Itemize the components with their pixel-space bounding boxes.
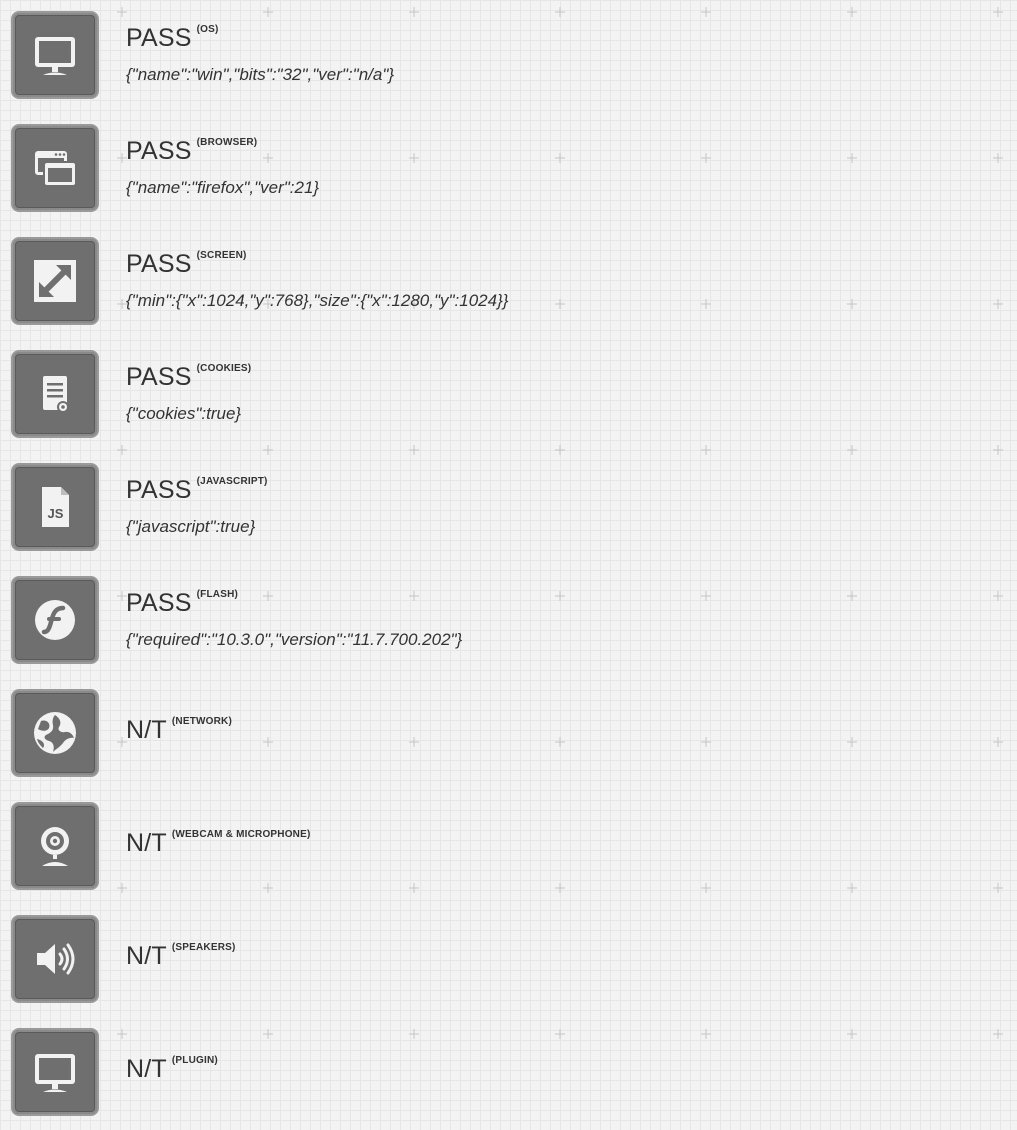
test-name: (NETWORK): [171, 716, 232, 727]
test-name: (SCREEN): [196, 250, 247, 261]
test-name: (COOKIES): [196, 363, 252, 374]
test-row-screen: PASS (SCREEN) {"min":{"x":1024,"y":768},"…: [0, 226, 1017, 339]
javascript-file-icon: JS: [11, 463, 99, 551]
monitor-icon: [11, 11, 99, 99]
test-detail: {"name":"win","bits":"32","ver":"n/a"}: [126, 65, 395, 84]
status-label: N/T: [126, 829, 167, 857]
test-name: (WEBCAM & MICROPHONE): [171, 829, 311, 840]
status-label: N/T: [126, 942, 167, 970]
test-row-webcam-microphone: N/T (WEBCAM & MICROPHONE): [0, 791, 1017, 904]
monitor-icon: [11, 1028, 99, 1116]
test-name: (OS): [196, 24, 219, 35]
test-status-line: PASS (SCREEN): [126, 250, 247, 279]
test-detail: {"required":"10.3.0","version":"11.7.700…: [126, 630, 463, 649]
test-row-os: PASS (OS) {"name":"win","bits":"32","ver"…: [0, 0, 1017, 113]
webcam-icon: [11, 802, 99, 890]
status-label: PASS: [126, 137, 192, 165]
status-label: PASS: [126, 250, 192, 278]
test-detail: {"name":"firefox","ver":21}: [126, 178, 320, 197]
test-status-line: N/T (SPEAKERS): [126, 942, 236, 971]
test-status-line: PASS (FLASH): [126, 589, 238, 618]
resize-arrow-icon: [11, 237, 99, 325]
test-row-speakers: N/T (SPEAKERS): [0, 904, 1017, 1017]
js-icon-text: JS: [48, 506, 64, 521]
test-detail: {"javascript":true}: [126, 517, 256, 536]
status-label: PASS: [126, 476, 192, 504]
test-status-line: N/T (WEBCAM & MICROPHONE): [126, 829, 311, 858]
cookie-document-icon: [11, 350, 99, 438]
test-row-flash: PASS (FLASH) {"required":"10.3.0","versio…: [0, 565, 1017, 678]
test-status-line: N/T (NETWORK): [126, 716, 232, 745]
test-name: (SPEAKERS): [171, 942, 236, 953]
test-row-network: N/T (NETWORK): [0, 678, 1017, 791]
test-row-cookies: PASS (COOKIES) {"cookies":true}: [0, 339, 1017, 452]
test-name: (JAVASCRIPT): [196, 476, 268, 487]
status-label: N/T: [126, 716, 167, 744]
test-name: (BROWSER): [196, 137, 258, 148]
test-status-line: PASS (BROWSER): [126, 137, 257, 166]
test-name: (PLUGIN): [171, 1055, 218, 1066]
test-row-browser: PASS (BROWSER) {"name":"firefox","ver":21…: [0, 113, 1017, 226]
status-label: N/T: [126, 1055, 167, 1083]
test-name: (FLASH): [196, 589, 239, 600]
test-detail: {"cookies":true}: [126, 404, 242, 423]
network-globe-icon: [11, 689, 99, 777]
browser-windows-icon: [11, 124, 99, 212]
test-detail: {"min":{"x":1024,"y":768},"size":{"x":12…: [126, 291, 509, 310]
test-status-line: PASS (JAVASCRIPT): [126, 476, 268, 505]
test-status-line: PASS (COOKIES): [126, 363, 251, 392]
test-status-line: N/T (PLUGIN): [126, 1055, 218, 1084]
status-label: PASS: [126, 589, 192, 617]
status-label: PASS: [126, 24, 192, 52]
speaker-icon: [11, 915, 99, 1003]
test-status-line: PASS (OS): [126, 24, 219, 53]
test-row-javascript: JS PASS (JAVASCRIPT) {"javascript":true}: [0, 452, 1017, 565]
flash-icon: [11, 576, 99, 664]
status-label: PASS: [126, 363, 192, 391]
test-row-plugin: N/T (PLUGIN): [0, 1017, 1017, 1130]
test-results-list: PASS (OS) {"name":"win","bits":"32","ver"…: [0, 0, 1017, 1130]
